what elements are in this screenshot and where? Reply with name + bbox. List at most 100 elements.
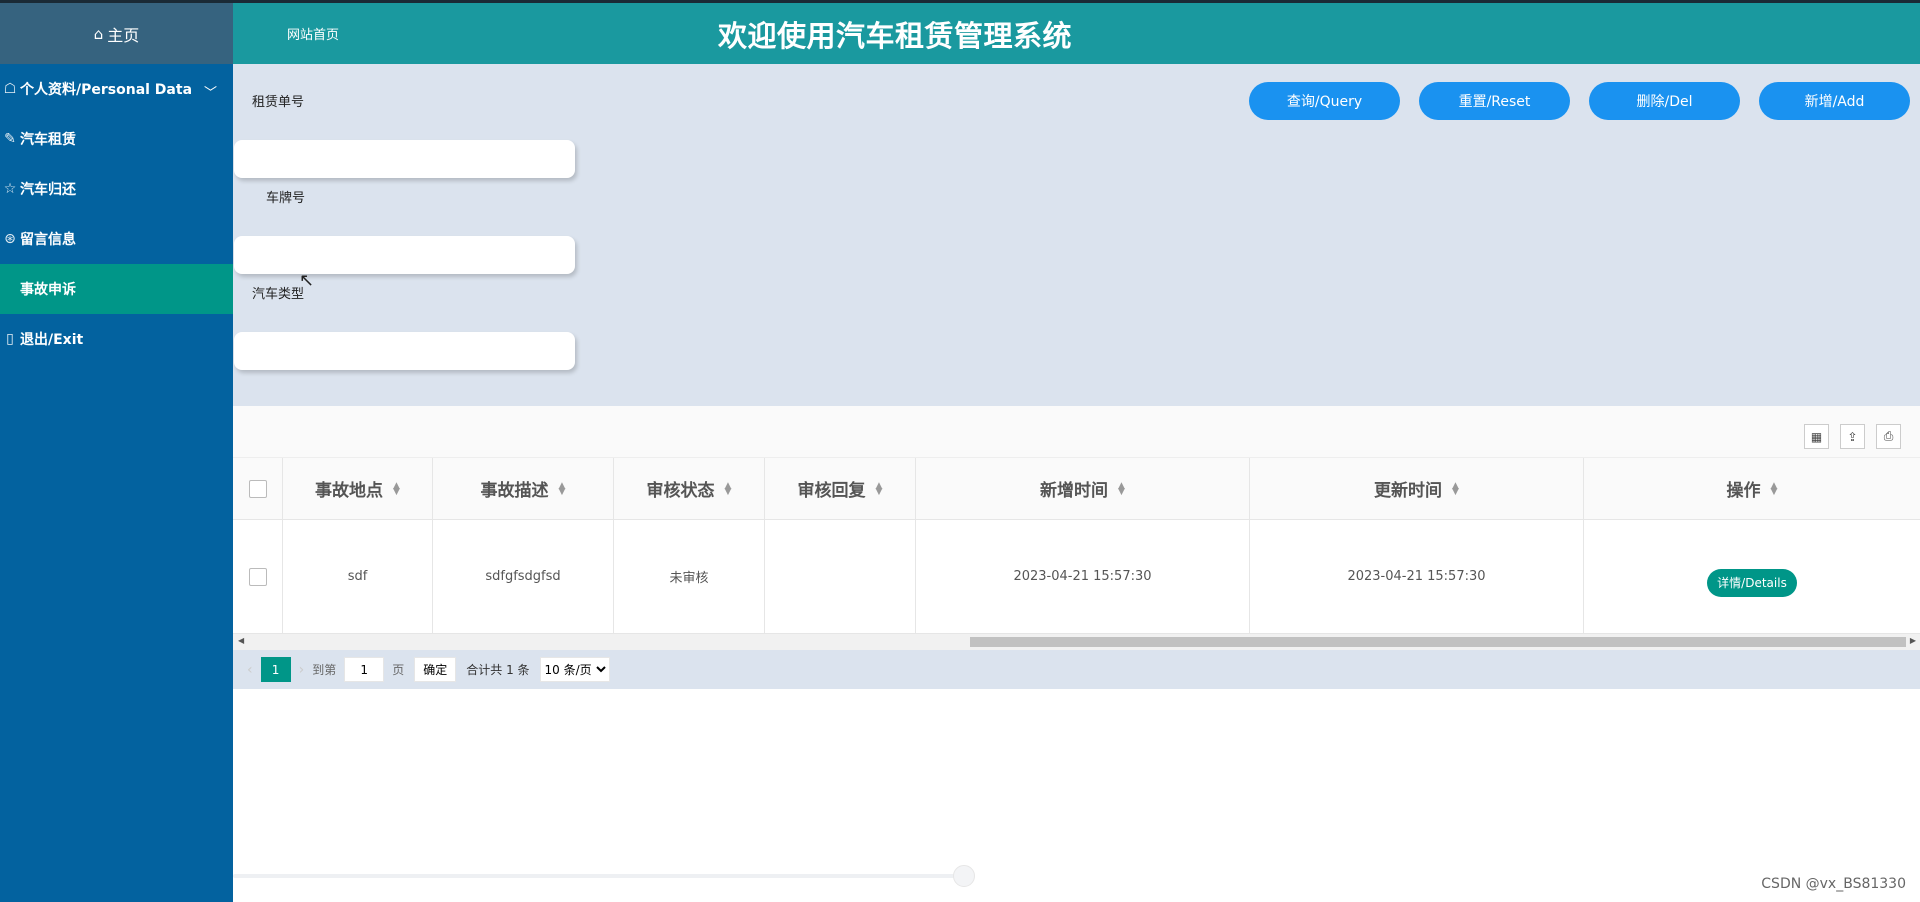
table-row: sdf sdfgfsdgfsd 未审核 2023-04-21 15:57:30 … — [233, 520, 1920, 634]
page: ⌂ 主页 ☖ 个人资料/Personal Data ﹀ ✎ 汽车租赁 ☆ 汽车归… — [0, 0, 1920, 902]
column-header-label: 事故地点 — [315, 481, 384, 501]
page-size-select[interactable]: 10 条/页 — [539, 657, 610, 682]
reset-button[interactable]: 重置/Reset — [1419, 82, 1570, 120]
sidebar-item-label: 汽车租赁 — [20, 132, 76, 148]
scroll-right-icon[interactable]: ▶ — [1910, 636, 1916, 645]
export-icon[interactable]: ⇪ — [1840, 424, 1865, 449]
column-header[interactable]: 操作 ▲ ▼ — [1584, 458, 1920, 519]
table-cell — [765, 520, 916, 633]
column-header-label: 更新时间 — [1374, 481, 1443, 501]
sidebar-home-label: 主页 — [107, 25, 140, 45]
sidebar-item-label: 事故申诉 — [20, 282, 76, 298]
sort-icon[interactable]: ▲ ▼ — [559, 481, 566, 496]
pagination: ‹ 1 › 到第 页 确定 合计共 1 条 10 条/页 — [233, 650, 1920, 689]
table-cell: sdf — [283, 520, 433, 633]
sidebar-item-car-return[interactable]: ☆ 汽车归还 — [0, 164, 233, 214]
column-header[interactable]: 审核状态 ▲ ▼ — [614, 458, 765, 519]
column-header-label: 操作 — [1726, 481, 1761, 501]
sort-icon[interactable]: ▲ ▼ — [393, 481, 400, 496]
sort-icon[interactable]: ▲ ▼ — [725, 481, 732, 496]
data-table: ▦ ⇪ ⎙ 事故地点 ▲ ▼ 事故描述 ▲ ▼ 审核状态 ▲ ▼ 审核回复 ▲ ▼ — [233, 406, 1920, 689]
column-header[interactable]: 审核回复 ▲ ▼ — [765, 458, 916, 519]
table-cell: 2023-04-21 15:57:30 — [1250, 520, 1584, 633]
column-header-label: 审核回复 — [797, 481, 866, 501]
table-cell: 详情/Details — [1584, 520, 1920, 633]
exit-icon: ▯ — [6, 331, 14, 347]
sort-icon[interactable]: ▲ ▼ — [876, 481, 883, 496]
search-panel: 租赁单号 车牌号 汽车类型 查询/Query 重置/Reset 删除/Del 新… — [233, 64, 1920, 406]
column-header[interactable]: 新增时间 ▲ ▼ — [916, 458, 1250, 519]
created-time: 2023-04-21 15:57:30 — [1013, 569, 1152, 584]
table-header: 事故地点 ▲ ▼ 事故描述 ▲ ▼ 审核状态 ▲ ▼ 审核回复 ▲ ▼ 新增时间 ▲ ▼ … — [233, 458, 1920, 520]
plate-number-input[interactable] — [234, 236, 575, 274]
prev-page-icon[interactable]: ‹ — [247, 662, 253, 678]
sidebar-item-label: 退出/Exit — [20, 332, 84, 348]
row-checkbox[interactable] — [248, 567, 267, 586]
sidebar-item-messages[interactable]: ⊛ 留言信息 — [0, 214, 233, 264]
table-toolbar: ▦ ⇪ ⎙ — [233, 406, 1920, 458]
next-page-icon[interactable]: › — [299, 662, 305, 678]
car-type-label: 汽车类型 — [252, 287, 305, 302]
columns-icon[interactable]: ▦ — [1804, 424, 1829, 449]
updated-time: 2023-04-21 15:57:30 — [1347, 569, 1486, 584]
table-cell: sdfgfsdgfsd — [433, 520, 614, 633]
total-count: 合计共 1 条 — [466, 663, 530, 677]
goto-page-input[interactable] — [344, 657, 385, 682]
goto-label: 到第 — [312, 663, 337, 677]
user-icon: ☖ — [3, 81, 17, 97]
print-icon[interactable]: ⎙ — [1876, 424, 1901, 449]
sidebar-item-accident-appeal[interactable]: 事故申诉 — [0, 264, 233, 314]
sort-icon[interactable]: ▲ ▼ — [1771, 481, 1778, 496]
column-header[interactable]: 更新时间 ▲ ▼ — [1250, 458, 1584, 519]
chevron-down-icon[interactable]: ﹀ — [204, 82, 217, 101]
sort-icon[interactable]: ▲ ▼ — [1118, 481, 1125, 496]
page-unit-label: 页 — [392, 663, 405, 677]
accident-location: sdf — [347, 569, 368, 584]
watermark: CSDN @vx_BS81330 — [1761, 876, 1906, 892]
plate-number-label: 车牌号 — [266, 191, 306, 206]
query-button[interactable]: 查询/Query — [1249, 82, 1400, 120]
sidebar-item-label: 个人资料/Personal Data — [20, 82, 193, 98]
column-header-label: 新增时间 — [1040, 481, 1109, 501]
column-header[interactable]: 事故描述 ▲ ▼ — [433, 458, 614, 519]
page-title: 欢迎使用汽车租赁管理系统 — [718, 19, 1073, 53]
home-icon: ⌂ — [93, 24, 104, 43]
table-cell: 未审核 — [614, 520, 765, 633]
select-all-checkbox[interactable] — [248, 479, 267, 498]
bottom-slider-track — [233, 874, 963, 878]
sort-icon[interactable]: ▲ ▼ — [1452, 481, 1459, 496]
car-icon: ✎ — [4, 131, 16, 147]
message-icon: ⊛ — [4, 231, 16, 247]
sidebar-item-label: 留言信息 — [20, 232, 76, 248]
review-status: 未审核 — [669, 571, 709, 586]
accident-description: sdfgfsdgfsd — [485, 569, 561, 584]
details-button[interactable]: 详情/Details — [1707, 568, 1797, 597]
website-home-link[interactable]: 网站首页 — [287, 24, 339, 43]
sidebar-item-personal-data[interactable]: ☖ 个人资料/Personal Data ﹀ — [0, 64, 233, 114]
column-header-label: 审核状态 — [646, 481, 715, 501]
page-number-current[interactable]: 1 — [260, 657, 291, 682]
sidebar-item-car-rental[interactable]: ✎ 汽车租赁 — [0, 114, 233, 164]
select-all-cell — [233, 458, 283, 519]
column-header-label: 事故描述 — [480, 481, 549, 501]
sidebar-item-exit[interactable]: ▯ 退出/Exit — [0, 314, 233, 364]
scroll-left-icon[interactable]: ◀ — [238, 636, 244, 645]
scrollbar-thumb[interactable] — [970, 637, 1906, 647]
delete-button[interactable]: 删除/Del — [1589, 82, 1740, 120]
row-select-cell — [233, 520, 283, 633]
return-icon: ☆ — [3, 181, 17, 197]
add-button[interactable]: 新增/Add — [1759, 82, 1910, 120]
rental-number-label: 租赁单号 — [252, 95, 305, 110]
top-header: 网站首页 欢迎使用汽车租赁管理系统 — [233, 3, 1920, 64]
table-cell: 2023-04-21 15:57:30 — [916, 520, 1250, 633]
sidebar-home[interactable]: ⌂ 主页 — [0, 3, 233, 64]
column-header[interactable]: 事故地点 ▲ ▼ — [283, 458, 433, 519]
rental-number-input[interactable] — [234, 140, 575, 178]
goto-confirm-button[interactable]: 确定 — [414, 657, 457, 682]
bottom-slider-knob[interactable] — [953, 865, 975, 887]
sidebar-item-label: 汽车归还 — [20, 182, 76, 198]
car-type-input[interactable] — [234, 332, 575, 370]
horizontal-scrollbar[interactable]: ◀ ▶ — [233, 634, 1920, 650]
mouse-cursor-icon: ↖ — [299, 270, 315, 291]
sidebar: ⌂ 主页 ☖ 个人资料/Personal Data ﹀ ✎ 汽车租赁 ☆ 汽车归… — [0, 3, 233, 902]
